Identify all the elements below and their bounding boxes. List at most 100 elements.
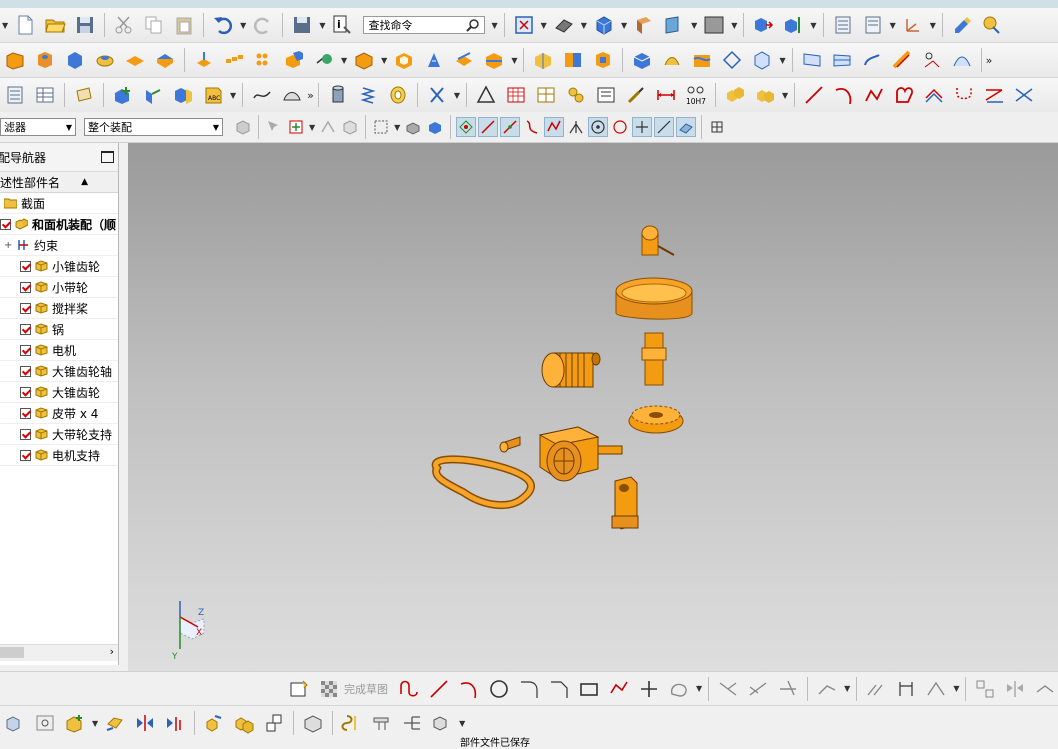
extract-geometry-icon[interactable] bbox=[191, 48, 217, 72]
offset-curve-icon[interactable] bbox=[921, 83, 947, 107]
sketch-point-icon[interactable] bbox=[636, 677, 662, 701]
visibility-checkbox[interactable] bbox=[20, 281, 31, 293]
wave-geometry-linker-icon[interactable] bbox=[339, 711, 365, 735]
rectangle-select-icon[interactable] bbox=[371, 117, 391, 137]
chevron-down-icon[interactable]: ▼ bbox=[696, 684, 702, 693]
sketch-pattern-icon[interactable] bbox=[972, 677, 998, 701]
offset-face-icon[interactable] bbox=[530, 48, 556, 72]
add-existing-component-icon[interactable] bbox=[62, 711, 88, 735]
big-bevel-gear-shaft-part[interactable] bbox=[641, 332, 667, 386]
drafting-abc-icon[interactable]: ABC bbox=[200, 83, 226, 107]
offset-sketch-curve-icon[interactable] bbox=[814, 677, 840, 701]
chevron-down-icon[interactable]: ▼ bbox=[511, 56, 517, 65]
bearing-icon[interactable] bbox=[385, 83, 411, 107]
assembly-constraints-bottom-icon[interactable] bbox=[231, 711, 257, 735]
cube-feature-icon[interactable] bbox=[62, 48, 88, 72]
snap-curve-icon[interactable] bbox=[522, 117, 542, 137]
move-component-bottom-icon[interactable] bbox=[201, 711, 227, 735]
chevron-down-icon[interactable]: ▼ bbox=[459, 719, 465, 728]
assembly-group-icon[interactable] bbox=[722, 83, 748, 107]
belt-part[interactable] bbox=[431, 455, 535, 510]
large-pulley-support-part[interactable] bbox=[538, 426, 623, 482]
pattern-feature-icon[interactable] bbox=[221, 48, 247, 72]
rapid-dimension-icon[interactable] bbox=[893, 677, 919, 701]
pattern-array-icon[interactable] bbox=[251, 48, 277, 72]
navigator-horizontal-scrollbar[interactable]: › bbox=[0, 644, 118, 661]
snap-quadrant-icon[interactable] bbox=[610, 117, 630, 137]
spring-icon[interactable] bbox=[355, 83, 381, 107]
table-insert-icon[interactable] bbox=[533, 83, 559, 107]
chevron-down-icon[interactable]: ▼ bbox=[782, 91, 788, 100]
shaded-view-icon[interactable] bbox=[551, 13, 577, 37]
dimension-icon[interactable] bbox=[653, 83, 679, 107]
chamfer-icon[interactable] bbox=[351, 48, 377, 72]
find-component-icon[interactable] bbox=[32, 711, 58, 735]
scrollbar-thumb[interactable] bbox=[0, 647, 24, 658]
assembly-constraint-icon[interactable] bbox=[780, 13, 806, 37]
snap-endpoint-icon[interactable] bbox=[456, 117, 477, 137]
assembly-sequence-icon[interactable] bbox=[399, 711, 425, 735]
synchronous-icon[interactable] bbox=[590, 48, 616, 72]
navigator-column-header[interactable]: 述性部件名 ▲ bbox=[0, 172, 118, 193]
chevron-down-icon[interactable]: ▼ bbox=[2, 21, 8, 30]
select-edges-icon[interactable] bbox=[318, 117, 338, 137]
snap-line-icon[interactable] bbox=[478, 117, 499, 137]
snap-on-surface-icon[interactable] bbox=[676, 117, 697, 137]
replace-face-icon[interactable] bbox=[560, 48, 586, 72]
fastener-icon[interactable] bbox=[424, 83, 450, 107]
tree-row-section[interactable]: 截面 bbox=[0, 193, 118, 214]
mirror-assembly-icon[interactable] bbox=[170, 83, 196, 107]
cube-view-icon[interactable] bbox=[591, 13, 617, 37]
assembly-scope-dropdown[interactable]: 整个装配 ▼ bbox=[84, 118, 223, 136]
chevron-down-icon[interactable]: ▼ bbox=[309, 123, 315, 132]
view-layout-icon[interactable] bbox=[563, 83, 589, 107]
bowl-part[interactable] bbox=[615, 277, 693, 320]
sew-icon[interactable] bbox=[659, 48, 685, 72]
move-component-icon[interactable] bbox=[750, 13, 776, 37]
mirror-component-icon[interactable] bbox=[132, 711, 158, 735]
large-bevel-gear-part[interactable] bbox=[628, 405, 684, 434]
small-bevel-gear-part[interactable] bbox=[641, 225, 675, 256]
copy-icon[interactable] bbox=[141, 13, 167, 37]
maximize-icon[interactable] bbox=[101, 151, 114, 163]
visibility-checkbox[interactable] bbox=[20, 260, 31, 272]
motor-support-part[interactable] bbox=[611, 476, 639, 530]
bridge-curve-icon[interactable] bbox=[951, 83, 977, 107]
chevron-down-icon[interactable]: ▼ bbox=[844, 684, 850, 693]
snap-intersection-icon[interactable] bbox=[566, 117, 586, 137]
new-file-icon[interactable] bbox=[12, 13, 38, 37]
tree-row-part[interactable]: 大锥齿轮 bbox=[0, 382, 118, 403]
sketch-ellipse-icon[interactable] bbox=[666, 677, 692, 701]
section-view-icon[interactable] bbox=[631, 13, 657, 37]
select-solid-icon[interactable] bbox=[403, 117, 423, 137]
block-icon[interactable] bbox=[2, 48, 28, 72]
layer-settings-icon[interactable] bbox=[830, 13, 856, 37]
create-new-component-icon[interactable] bbox=[102, 711, 128, 735]
visibility-checkbox[interactable] bbox=[20, 344, 31, 356]
part-list-icon[interactable] bbox=[2, 83, 28, 107]
make-symmetric-icon[interactable] bbox=[923, 677, 949, 701]
visibility-checkbox[interactable] bbox=[20, 386, 31, 398]
ruled-surface-icon[interactable] bbox=[799, 48, 825, 72]
face-blend-icon[interactable] bbox=[889, 48, 915, 72]
display-cube-icon[interactable] bbox=[749, 48, 775, 72]
draft-icon[interactable] bbox=[421, 48, 447, 72]
select-feature-icon[interactable] bbox=[264, 117, 284, 137]
chevron-down-icon[interactable]: ▼ bbox=[240, 21, 246, 30]
studio-spline-icon[interactable] bbox=[861, 83, 887, 107]
chevron-down-icon[interactable]: ▼ bbox=[890, 21, 896, 30]
undo-icon[interactable] bbox=[210, 13, 236, 37]
chevron-down-icon[interactable]: ▼ bbox=[779, 56, 785, 65]
reference-set-icon[interactable] bbox=[71, 83, 97, 107]
tree-row-part[interactable]: 大锥齿轮轴 bbox=[0, 361, 118, 382]
surface-thicken-icon[interactable] bbox=[629, 48, 655, 72]
curve-on-surface-icon[interactable] bbox=[249, 83, 275, 107]
geometric-constraints-icon[interactable] bbox=[863, 677, 889, 701]
chevron-down-icon[interactable]: ▼ bbox=[953, 684, 959, 693]
graphics-viewport[interactable]: Z X Y bbox=[128, 143, 1058, 671]
snap-midpoint-icon[interactable] bbox=[500, 117, 521, 137]
type-filter-dropdown[interactable]: 滤器 ▼ bbox=[0, 118, 76, 136]
select-bodies-icon[interactable] bbox=[340, 117, 360, 137]
component-array-icon[interactable] bbox=[162, 711, 188, 735]
small-pulley-part[interactable] bbox=[499, 436, 521, 453]
